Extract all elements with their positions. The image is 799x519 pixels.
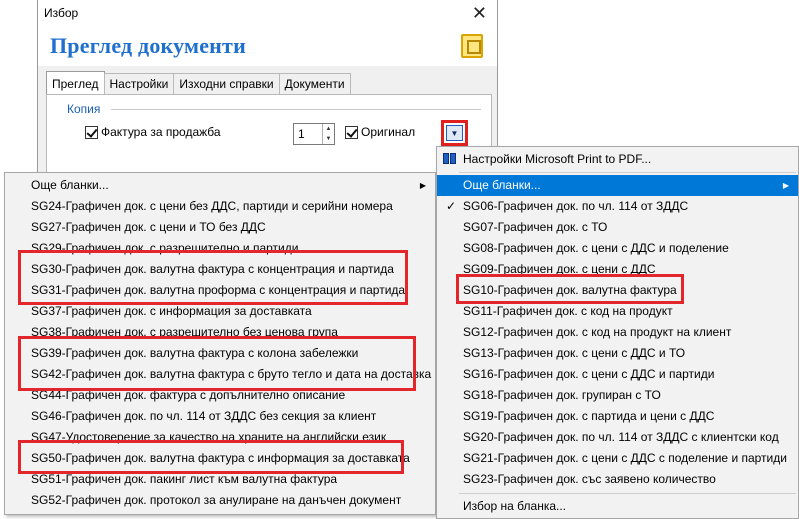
- group-divider: [111, 109, 481, 110]
- checkmark-icon: ✓: [446, 199, 457, 213]
- original-checkbox[interactable]: Оригинал: [345, 125, 415, 139]
- menu-item[interactable]: SG29-Графичен док. с разрешително и парт…: [5, 238, 435, 259]
- tab-settings[interactable]: Настройки: [103, 73, 175, 94]
- close-icon[interactable]: ✕: [472, 3, 487, 24]
- stepper-arrows[interactable]: ▲ ▼: [322, 124, 334, 144]
- window-title: Избор: [44, 6, 79, 20]
- copies-group-label: Копия: [67, 102, 101, 116]
- checkbox-icon[interactable]: [85, 125, 98, 139]
- menu-item[interactable]: SG08-Графичен док. с цени с ДДС и поделе…: [437, 238, 798, 259]
- submenu-arrow-icon: ▶: [419, 181, 426, 190]
- select-dialog: Избор ✕ Преглед документи Преглед Настро…: [37, 0, 498, 180]
- submenu-arrow-icon: ▶: [782, 181, 789, 190]
- tab-preview[interactable]: Преглед: [46, 71, 105, 94]
- menu-item[interactable]: SG38-Графичен док. с разрешително без це…: [5, 322, 435, 343]
- menu-item[interactable]: SG51-Графичен док. пакинг лист към валут…: [5, 469, 435, 490]
- menu-item[interactable]: SG20-Графичен док. по чл. 114 от ЗДДС с …: [437, 427, 798, 448]
- menu-item[interactable]: SG52-Графичен док. протокол за анулиране…: [5, 490, 435, 511]
- menu-item[interactable]: SG31-Графичен док. валутна проформа с ко…: [5, 280, 435, 301]
- menu-item[interactable]: SG13-Графичен док. с цени с ДДС и ТО: [437, 343, 798, 364]
- menu-item[interactable]: SG24-Графичен док. с цени без ДДС, парти…: [5, 196, 435, 217]
- menu-item[interactable]: SG27-Графичен док. с цени и ТО без ДДС: [5, 217, 435, 238]
- tab-output-reports[interactable]: Изходни справки: [173, 73, 280, 94]
- menu-item[interactable]: SG37-Графичен док. с информация за доста…: [5, 301, 435, 322]
- invoice-checkbox-label: Фактура за продажба: [101, 125, 221, 139]
- menu-item-label: SG06-Графичен док. по чл. 114 от ЗДДС: [463, 199, 689, 213]
- more-templates-submenu: Още бланки... ▶ SG24-Графичен док. с цен…: [4, 172, 436, 515]
- menu-item[interactable]: SG23-Графичен док. със заявено количеств…: [437, 469, 798, 490]
- page-title: Преглед документи: [50, 33, 246, 58]
- original-checkbox-label: Оригинал: [361, 125, 416, 139]
- print-templates-menu: Настройки Microsoft Print to PDF... Още …: [436, 146, 799, 519]
- menu-item[interactable]: SG19-Графичен док. с партида и цени с ДД…: [437, 406, 798, 427]
- menu-item-label: Още бланки...: [463, 178, 541, 192]
- tab-documents[interactable]: Документи: [278, 73, 351, 94]
- menu-item-checked[interactable]: ✓ SG06-Графичен док. по чл. 114 от ЗДДС: [437, 196, 798, 217]
- menu-item[interactable]: SG18-Графичен док. групиран с ТО: [437, 385, 798, 406]
- menu-item[interactable]: SG46-Графичен док. по чл. 114 от ЗДДС бе…: [5, 406, 435, 427]
- menu-item-more-templates[interactable]: Още бланки... ▶: [437, 175, 798, 196]
- menu-item[interactable]: SG42-Графичен док. валутна фактура с бру…: [5, 364, 435, 385]
- menu-item[interactable]: SG12-Графичен док. с код на продукт на к…: [437, 322, 798, 343]
- menu-item[interactable]: SG16-Графичен док. с цени с ДДС и партид…: [437, 364, 798, 385]
- menu-item[interactable]: SG11-Графичен док. с код на продукт: [437, 301, 798, 322]
- menu-item[interactable]: SG09-Графичен док. с цени с ДДС: [437, 259, 798, 280]
- preview-panel: Копия Фактура за продажба 1 ▲ ▼ Оригинал…: [46, 94, 492, 180]
- menu-item[interactable]: SG50-Графичен док. валутна фактура с инф…: [5, 448, 435, 469]
- book-icon: [443, 153, 457, 165]
- stepper-up-icon[interactable]: ▲: [323, 124, 334, 134]
- stepper-down-icon[interactable]: ▼: [323, 134, 334, 144]
- menu-separator: [459, 493, 796, 494]
- document-icon: [461, 34, 483, 58]
- menu-item[interactable]: SG47-Удостоверение за качество на хранит…: [5, 427, 435, 448]
- menu-item-more-templates[interactable]: Още бланки... ▶: [5, 175, 435, 196]
- menu-item[interactable]: SG10-Графичен док. валутна фактура: [437, 280, 798, 301]
- menu-separator: [459, 172, 796, 173]
- title-bar: Избор ✕: [38, 0, 497, 28]
- header-band: Преглед документи: [38, 28, 497, 66]
- copies-value[interactable]: 1: [294, 124, 322, 144]
- copies-stepper[interactable]: 1 ▲ ▼: [293, 123, 335, 145]
- menu-item[interactable]: SG21-Графичен док. с цени с ДДС с поделе…: [437, 448, 798, 469]
- menu-item-printer-settings[interactable]: Настройки Microsoft Print to PDF...: [437, 149, 798, 170]
- menu-item-label: Настройки Microsoft Print to PDF...: [463, 152, 652, 166]
- invoice-checkbox[interactable]: Фактура за продажба: [85, 125, 221, 139]
- menu-item[interactable]: SG44-Графичен док. фактура с допълнителн…: [5, 385, 435, 406]
- checkbox-icon[interactable]: [345, 125, 358, 139]
- menu-item-label: Още бланки...: [31, 178, 109, 192]
- menu-item[interactable]: SG30-Графичен док. валутна фактура с кон…: [5, 259, 435, 280]
- tab-strip: Преглед Настройки Изходни справки Докуме…: [46, 71, 351, 95]
- menu-item[interactable]: SG07-Графичен док. с ТО: [437, 217, 798, 238]
- menu-item[interactable]: SG39-Графичен док. валутна фактура с кол…: [5, 343, 435, 364]
- menu-item-choose-template[interactable]: Избор на бланка...: [437, 496, 798, 517]
- chevron-down-icon[interactable]: ▼: [446, 125, 463, 141]
- print-options-dropdown-button[interactable]: ▼: [441, 120, 468, 146]
